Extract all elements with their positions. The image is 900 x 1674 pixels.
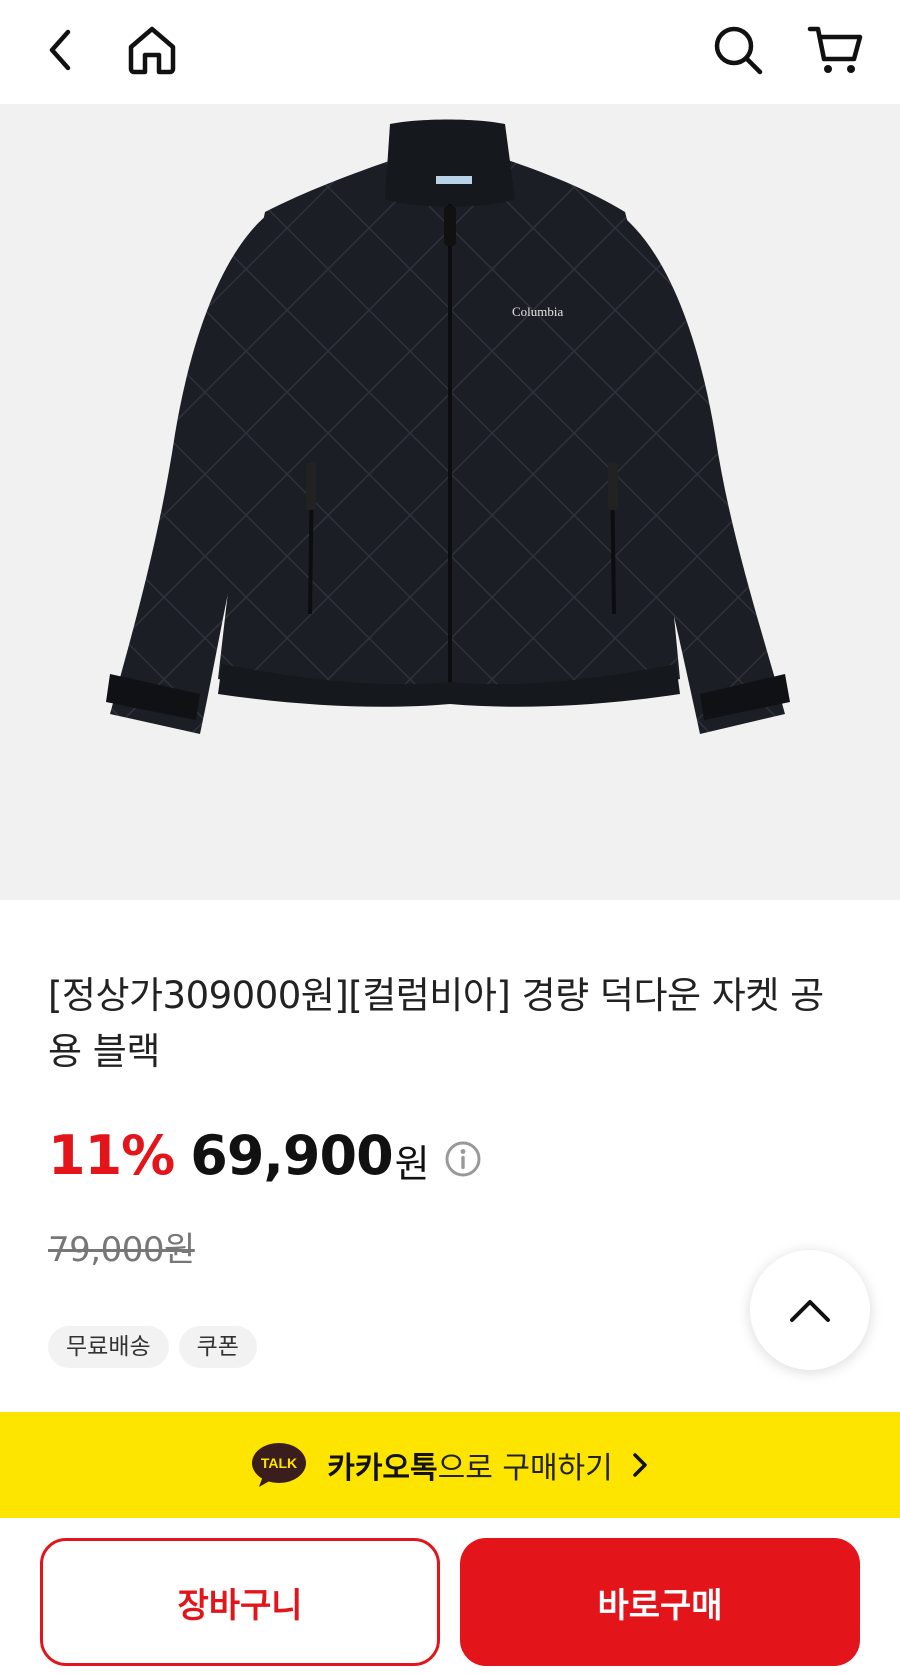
currency-unit: 원 [394, 1141, 430, 1186]
info-icon[interactable] [444, 1140, 482, 1178]
kakao-label-rest: 으로 구매하기 [437, 1451, 613, 1486]
scroll-to-top-button[interactable] [750, 1250, 870, 1370]
kakao-talk-badge: TALK [261, 1455, 297, 1471]
kakao-label-strong: 카카오톡 [327, 1451, 438, 1486]
jacket-image: Columbia [106, 119, 790, 734]
top-bar [0, 0, 900, 104]
sale-price: 69,900 [190, 1123, 393, 1187]
chevron-up-icon [790, 1300, 830, 1322]
chevron-left-icon [49, 29, 71, 71]
search-button[interactable] [706, 18, 770, 82]
tag-coupon: 쿠폰 [178, 1326, 257, 1368]
search-icon [714, 26, 763, 75]
kakao-purchase-button[interactable]: TALK 카카오톡 으로 구매하기 [0, 1412, 900, 1518]
discount-rate: 11% [48, 1123, 175, 1187]
cart-icon [807, 26, 863, 73]
tag-list: 무료배송 쿠폰 [48, 1326, 257, 1368]
product-title: [정상가309000원][컬럼비아] 경량 덕다운 자켓 공용 블랙 [48, 974, 824, 1073]
kakao-talk-icon: TALK [252, 1443, 307, 1487]
buy-now-button[interactable]: 바로구매 [460, 1538, 860, 1666]
chevron-right-icon [633, 1453, 647, 1477]
product-info: [정상가309000원][컬럼비아] 경량 덕다운 자켓 공용 블랙 [48, 968, 848, 1080]
original-price: 79,000원 [48, 1230, 195, 1270]
cart-button[interactable] [804, 18, 868, 82]
brand-logo: Columbia [512, 304, 564, 319]
tag-free-shipping: 무료배송 [48, 1326, 169, 1368]
bottom-action-bar: 장바구니 바로구매 [0, 1518, 900, 1674]
product-image[interactable]: Columbia [0, 104, 900, 900]
home-icon [128, 26, 176, 75]
price-row: 11% 69,900 원 [48, 1120, 482, 1190]
back-button[interactable] [28, 18, 92, 82]
add-to-cart-button[interactable]: 장바구니 [40, 1538, 440, 1666]
home-button[interactable] [120, 18, 184, 82]
